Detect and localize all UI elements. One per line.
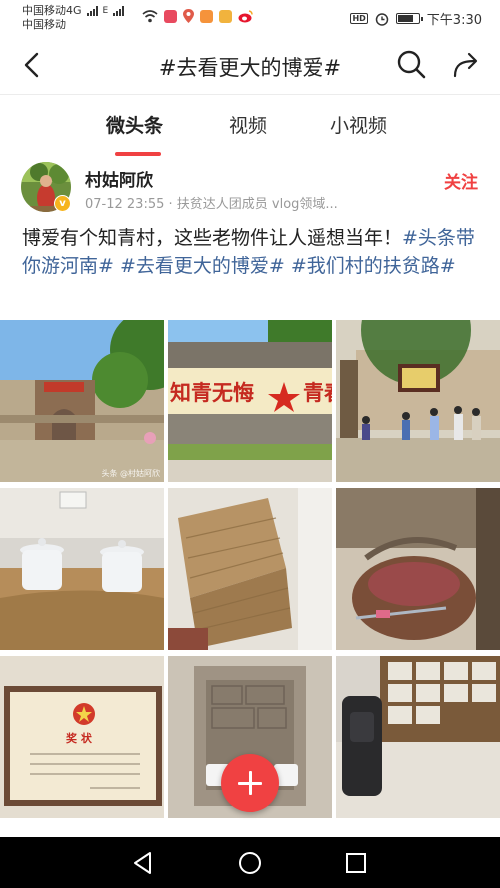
carrier-info: 中国移动4G E 中国移动 [22, 4, 125, 32]
tab-video[interactable]: 视频 [229, 111, 267, 138]
banner-text: 知青无悔 [170, 381, 254, 405]
alarm-icon [375, 12, 389, 26]
status-bar: 中国移动4G E 中国移动 HD 下午3:30 [0, 0, 500, 36]
author-name[interactable]: 村姑阿欣 [85, 166, 153, 191]
signal-icon-2 [113, 6, 125, 16]
recents-square-icon[interactable] [343, 850, 369, 876]
clock: 下午3:30 [426, 13, 482, 28]
post-body: 博爱有个知青村，这些老物件让人遥想当年！ [22, 227, 403, 249]
app-icon-orange [200, 9, 213, 23]
active-tab-indicator [115, 152, 161, 156]
hashtag-link[interactable]: #我们村的扶贫路# [291, 255, 456, 277]
verified-badge-icon: v [54, 195, 71, 212]
compose-plus-button[interactable] [221, 754, 279, 812]
post-meta: 07-12 23:55 · 扶贫达人团成员 vlog领域... [85, 197, 338, 212]
photo-wicker-basket[interactable] [168, 488, 332, 650]
status-right: HD 下午3:30 [350, 9, 482, 28]
wifi-icon [142, 9, 158, 22]
top-navigation-bar: #去看更大的博爱# [0, 36, 500, 95]
share-icon[interactable] [451, 49, 481, 79]
system-navigation-bar [0, 837, 500, 888]
hd-icon: HD [350, 13, 368, 24]
notification-icons [142, 9, 253, 23]
search-icon[interactable] [396, 49, 426, 79]
carrier-1: 中国移动4G [22, 4, 82, 17]
app-icon-yellow [219, 9, 232, 23]
photo-courtyard-tree[interactable] [336, 320, 500, 482]
post-text: 博爱有个知青村，这些老物件让人遥想当年！#头条带你游河南# #去看更大的博爱# … [22, 224, 482, 280]
tab-weitoutiao[interactable]: 微头条 [106, 111, 163, 138]
photo-bamboo-basket[interactable] [336, 488, 500, 650]
location-icon [183, 9, 194, 23]
back-icon[interactable] [18, 50, 48, 80]
photo-banner-wall[interactable]: 知青无悔 青春 [168, 320, 332, 482]
photo-certificate[interactable]: 奖 状 [0, 656, 164, 818]
weibo-icon [238, 9, 253, 22]
banner-text-2: 青春 [303, 381, 332, 405]
photo-enamel-mugs[interactable] [0, 488, 164, 650]
hashtag-link[interactable]: #去看更大的博爱# [120, 255, 285, 277]
signal-icon [86, 6, 98, 16]
certificate-title: 奖 状 [66, 731, 93, 745]
tab-short-video[interactable]: 小视频 [330, 111, 387, 138]
back-triangle-icon[interactable] [130, 850, 156, 876]
follow-button[interactable]: 关注 [444, 168, 478, 193]
carrier-2: 中国移动 [22, 18, 66, 31]
page-title: #去看更大的博爱# [158, 56, 342, 80]
image-watermark: 头条 @村姑阿欣 [101, 469, 160, 478]
signal-label: E [102, 6, 109, 16]
content-tabs: 微头条 视频 小视频 [0, 95, 500, 156]
photo-window-room[interactable] [336, 656, 500, 818]
author-row: v 村姑阿欣 07-12 23:55 · 扶贫达人团成员 vlog领域... 关… [0, 158, 500, 218]
battery-icon [395, 13, 423, 24]
app-icon-red [164, 9, 177, 23]
photo-village-gate[interactable]: 头条 @村姑阿欣 [0, 320, 164, 482]
home-circle-icon[interactable] [237, 850, 263, 876]
